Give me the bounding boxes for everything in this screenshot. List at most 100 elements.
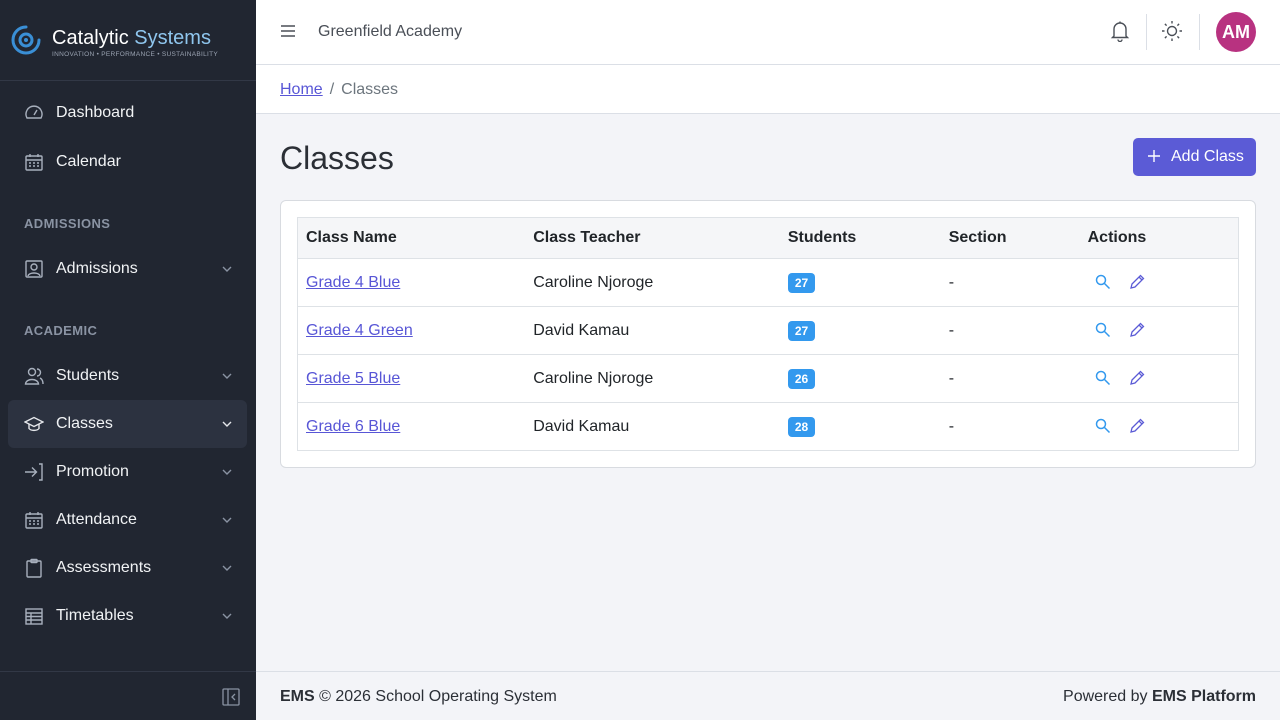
sidebar-item-attendance[interactable]: Attendance bbox=[8, 496, 247, 544]
table-row: Grade 5 Blue Caroline Njoroge 26 - bbox=[297, 354, 1239, 403]
chevron-down-icon bbox=[222, 469, 232, 475]
sidebar-item-label: Dashboard bbox=[56, 104, 135, 121]
sun-theme-icon[interactable] bbox=[1161, 20, 1183, 42]
brand-name: Catalytic Systems bbox=[52, 26, 211, 50]
header-divider bbox=[1199, 14, 1200, 50]
sidebar-item-calendar[interactable]: Calendar bbox=[8, 138, 247, 186]
brand-tagline: INNOVATION • PERFORMANCE • SUSTAINABILIT… bbox=[52, 51, 219, 58]
brand: Catalytic Systems INNOVATION • PERFORMAN… bbox=[0, 0, 256, 81]
users-icon bbox=[24, 367, 44, 385]
sidebar-item-assessments[interactable]: Assessments bbox=[8, 544, 247, 592]
table-row: Grade 4 Green David Kamau 27 - bbox=[297, 306, 1239, 355]
table-header-row: Class Name Class Teacher Students Sectio… bbox=[297, 217, 1239, 259]
sidebar-footer bbox=[0, 671, 256, 720]
cell-class-name: Grade 4 Blue bbox=[297, 258, 526, 307]
classes-card: Class Name Class Teacher Students Sectio… bbox=[280, 200, 1256, 468]
cell-actions bbox=[1079, 306, 1239, 355]
school-name: Greenfield Academy bbox=[318, 23, 463, 40]
class-name-link[interactable]: Grade 5 Blue bbox=[306, 370, 400, 387]
column-header-class-teacher[interactable]: Class Teacher bbox=[525, 217, 780, 259]
chevron-down-icon bbox=[222, 373, 232, 379]
cell-actions bbox=[1079, 258, 1239, 307]
chevron-down-icon bbox=[222, 565, 232, 571]
cell-students: 27 bbox=[779, 306, 941, 355]
edit-pencil-icon[interactable] bbox=[1128, 369, 1146, 387]
sidebar-item-label: Attendance bbox=[56, 511, 137, 528]
view-search-icon[interactable] bbox=[1094, 321, 1112, 339]
breadcrumb-bar: Home / Classes bbox=[256, 65, 1280, 114]
edit-pencil-icon[interactable] bbox=[1128, 321, 1146, 339]
cell-section: - bbox=[940, 354, 1080, 403]
edit-pencil-icon[interactable] bbox=[1128, 417, 1146, 435]
sidebar-item-classes[interactable]: Classes bbox=[8, 400, 247, 448]
cell-students: 28 bbox=[779, 402, 941, 451]
table-icon bbox=[25, 608, 43, 625]
sidebar-item-students[interactable]: Students bbox=[8, 352, 247, 400]
calendar-grid-icon bbox=[25, 512, 43, 529]
sidebar-item-promotion[interactable]: Promotion bbox=[8, 448, 247, 496]
arrow-right-to-bracket-icon bbox=[25, 463, 43, 481]
cell-section: - bbox=[940, 306, 1080, 355]
footer-copyright: EMS © 2026 School Operating System bbox=[280, 688, 557, 706]
class-name-link[interactable]: Grade 4 Green bbox=[306, 322, 413, 339]
view-search-icon[interactable] bbox=[1094, 369, 1112, 387]
sidebar-item-label: Calendar bbox=[56, 153, 121, 170]
chevron-down-icon bbox=[222, 517, 232, 523]
students-count-badge: 28 bbox=[787, 416, 816, 437]
bell-icon[interactable] bbox=[1110, 20, 1130, 42]
breadcrumb-current: Classes bbox=[341, 81, 399, 98]
cell-section: - bbox=[940, 258, 1080, 307]
collapse-sidebar-icon[interactable] bbox=[222, 688, 240, 706]
cell-class-name: Grade 6 Blue bbox=[297, 402, 526, 451]
cell-actions bbox=[1079, 354, 1239, 403]
sidebar-item-label: Promotion bbox=[56, 463, 129, 480]
add-class-button[interactable]: Add Class bbox=[1133, 138, 1256, 176]
footer-copyright-text: © 2026 School Operating System bbox=[319, 688, 557, 705]
top-header: Greenfield Academy AM bbox=[256, 0, 1280, 65]
chevron-down-icon bbox=[222, 266, 232, 272]
cell-actions bbox=[1079, 402, 1239, 451]
column-header-students[interactable]: Students bbox=[779, 217, 941, 259]
sidebar-item-label: Timetables bbox=[56, 607, 134, 624]
class-name-link[interactable]: Grade 4 Blue bbox=[306, 274, 400, 291]
view-search-icon[interactable] bbox=[1094, 273, 1112, 291]
column-header-section[interactable]: Section bbox=[940, 217, 1080, 259]
cell-students: 26 bbox=[779, 354, 941, 403]
class-name-link[interactable]: Grade 6 Blue bbox=[306, 418, 400, 435]
footer-powered-brand: EMS Platform bbox=[1151, 688, 1256, 705]
table-row: Grade 6 Blue David Kamau 28 - bbox=[297, 402, 1239, 451]
cell-students: 27 bbox=[779, 258, 941, 307]
column-header-class-name[interactable]: Class Name bbox=[297, 217, 526, 259]
brand-name-second: Systems bbox=[134, 27, 211, 49]
sidebar-item-label: Classes bbox=[56, 415, 113, 432]
sidebar-item-admissions[interactable]: Admissions bbox=[8, 245, 247, 293]
view-search-icon[interactable] bbox=[1094, 417, 1112, 435]
footer-powered-prefix: Powered by bbox=[1063, 688, 1148, 705]
chevron-down-icon bbox=[222, 613, 232, 619]
cell-class-name: Grade 4 Green bbox=[297, 306, 526, 355]
sidebar-item-timetables[interactable]: Timetables bbox=[8, 592, 247, 640]
page-footer: EMS © 2026 School Operating System Power… bbox=[256, 671, 1280, 720]
sidebar-item-dashboard[interactable]: Dashboard bbox=[8, 89, 247, 137]
page-title: Classes bbox=[280, 140, 394, 176]
avatar[interactable]: AM bbox=[1216, 12, 1256, 52]
sidebar-item-label: Admissions bbox=[56, 260, 138, 277]
plus-icon bbox=[1148, 150, 1160, 162]
classes-table: Class Name Class Teacher Students Sectio… bbox=[297, 217, 1239, 451]
edit-pencil-icon[interactable] bbox=[1128, 273, 1146, 291]
header-divider bbox=[1146, 14, 1147, 50]
cell-class-teacher: Caroline Njoroge bbox=[525, 354, 780, 403]
catalytic-logo-icon bbox=[11, 25, 41, 55]
hamburger-menu-icon[interactable] bbox=[279, 22, 297, 40]
calendar-icon bbox=[25, 154, 43, 171]
graduation-cap-icon bbox=[24, 416, 44, 432]
cell-class-teacher: David Kamau bbox=[525, 402, 780, 451]
brand-name-first: Catalytic bbox=[52, 27, 129, 49]
students-count-badge: 27 bbox=[787, 272, 816, 293]
cell-class-teacher: David Kamau bbox=[525, 306, 780, 355]
breadcrumb-home-link[interactable]: Home bbox=[280, 81, 323, 98]
breadcrumb-separator: / bbox=[329, 81, 335, 98]
id-card-icon bbox=[25, 260, 43, 278]
breadcrumb: Home / Classes bbox=[280, 80, 398, 100]
cell-class-teacher: Caroline Njoroge bbox=[525, 258, 780, 307]
